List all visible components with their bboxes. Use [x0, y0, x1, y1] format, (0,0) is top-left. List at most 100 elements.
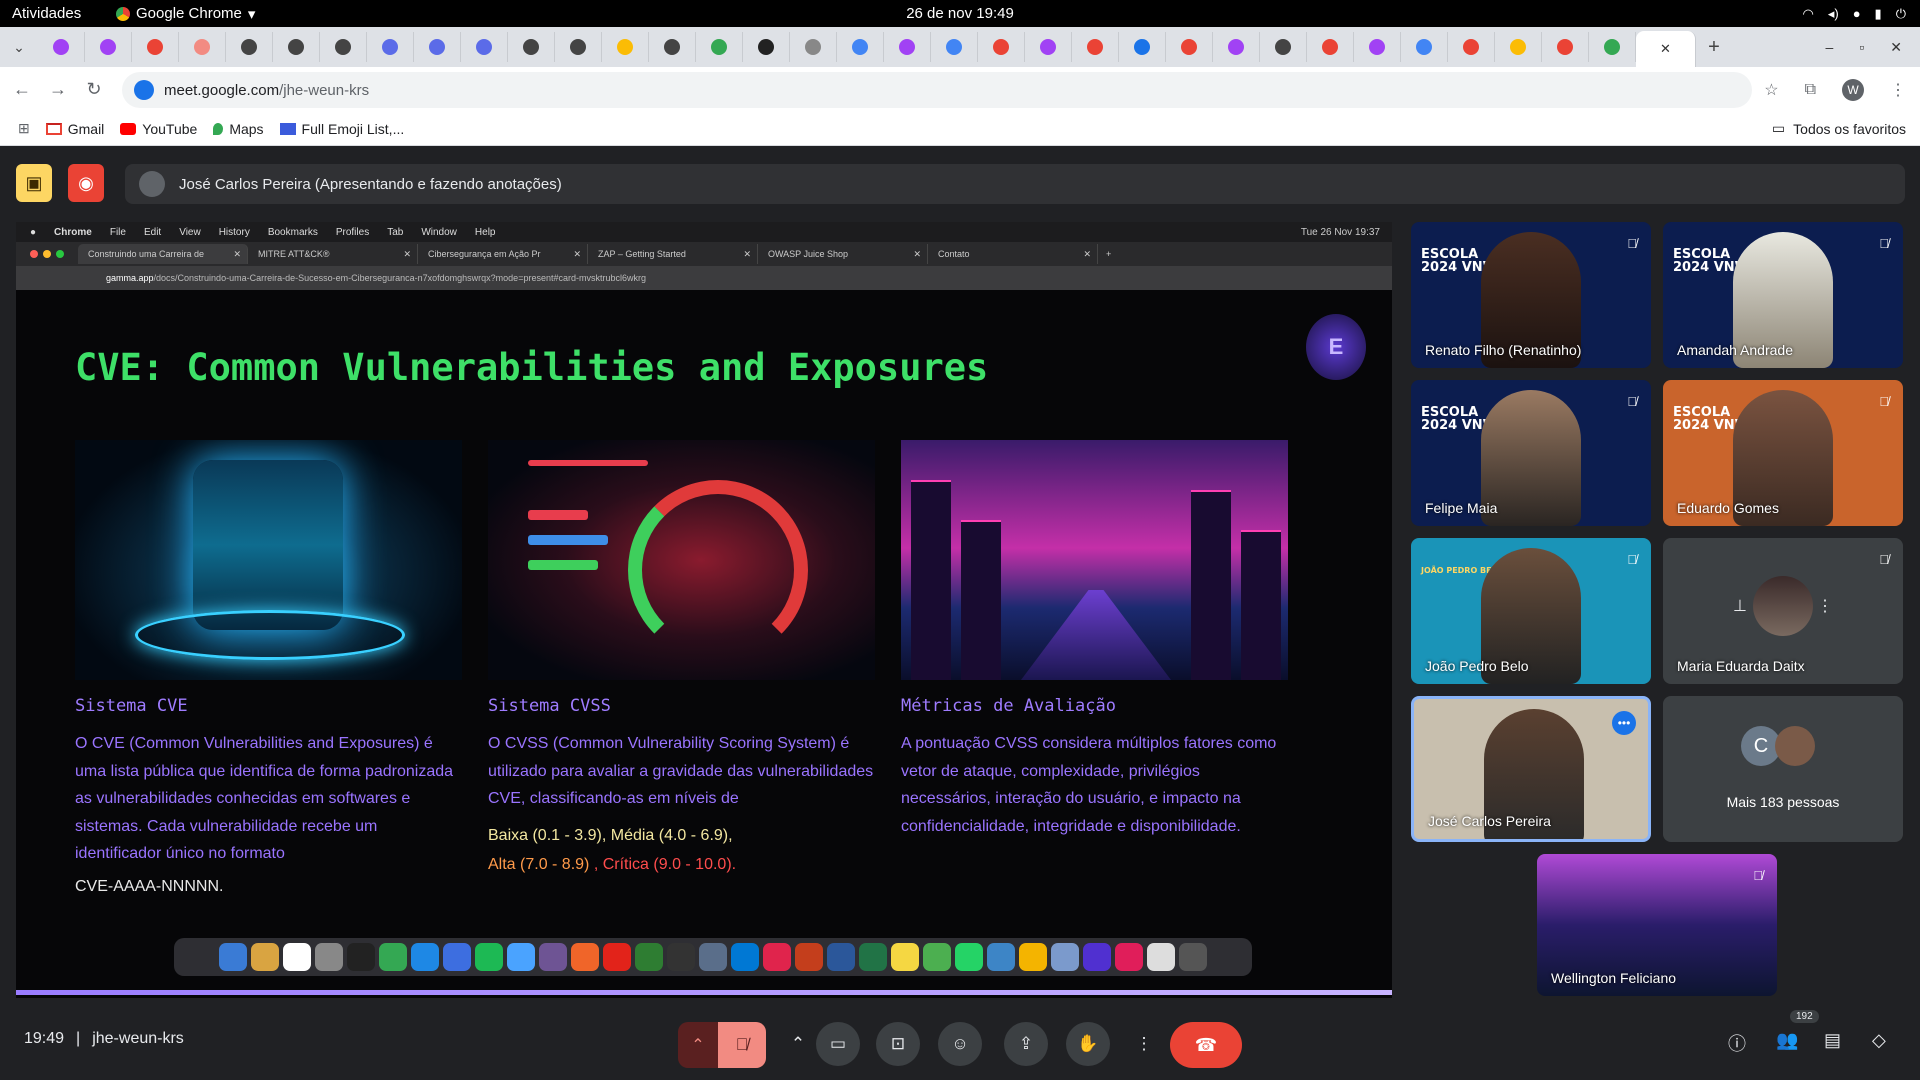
tile-hover-actions: ⊥ ⋮: [1663, 596, 1903, 616]
apps-grid-icon[interactable]: ⊞: [18, 120, 30, 137]
pinned-tab[interactable]: [38, 32, 85, 62]
mac-dock: [174, 938, 1252, 976]
recording-button[interactable]: ◉: [68, 164, 104, 202]
pinned-tab[interactable]: [461, 32, 508, 62]
pinned-tab[interactable]: [85, 32, 132, 62]
stop-presenting-button[interactable]: ▣: [16, 164, 52, 202]
system-tray[interactable]: ◠ ◂) ● ▮ ⏻: [1802, 6, 1906, 22]
mac-menu-item: File: [109, 226, 126, 238]
pinned-tab[interactable]: [1589, 32, 1636, 62]
captions-button[interactable]: ⊡: [876, 1022, 920, 1066]
system-clock[interactable]: 26 de nov 19:49: [0, 5, 1920, 22]
participant-tile[interactable]: JOÃO PEDRO BELO 🎙̸ João Pedro Belo: [1411, 538, 1651, 684]
people-icon[interactable]: 👥: [1776, 1030, 1798, 1051]
forward-button[interactable]: →: [40, 79, 76, 100]
pinned-tab[interactable]: [978, 32, 1025, 62]
close-icon[interactable]: ✕: [1660, 41, 1671, 57]
pinned-tab[interactable]: [1401, 32, 1448, 62]
present-button[interactable]: ⇪: [1004, 1022, 1048, 1066]
more-options-icon[interactable]: •••: [1612, 711, 1636, 735]
reload-button[interactable]: ↻: [76, 79, 112, 100]
bookmark-maps[interactable]: Maps: [213, 121, 264, 137]
close-window-button[interactable]: ✕: [1890, 39, 1902, 56]
participant-name: Maria Eduarda Daitx: [1677, 658, 1805, 674]
pinned-tab[interactable]: [1119, 32, 1166, 62]
pinned-tab[interactable]: [132, 32, 179, 62]
pinned-tab[interactable]: [1025, 32, 1072, 62]
camera-toggle-button[interactable]: ▭: [816, 1022, 860, 1066]
pinned-tab[interactable]: [226, 32, 273, 62]
pinned-tab[interactable]: [508, 32, 555, 62]
column-body: O CVE (Common Vulnerabilities and Exposu…: [75, 735, 454, 862]
pinned-tab[interactable]: [1448, 32, 1495, 62]
chat-icon[interactable]: ▤: [1824, 1030, 1841, 1051]
inner-tab-label: OWASP Juice Shop: [768, 249, 849, 259]
pinned-tab[interactable]: [320, 32, 367, 62]
pinned-tab[interactable]: [179, 32, 226, 62]
profile-avatar[interactable]: W: [1842, 78, 1864, 101]
reactions-button[interactable]: ☺: [938, 1022, 982, 1066]
bookmark-star-icon[interactable]: ☆: [1764, 80, 1778, 100]
participant-tile[interactable]: ESCOLA 2024 VNW 🎙̸ Felipe Maia: [1411, 380, 1651, 526]
self-view-tile[interactable]: 🎙̸ Wellington Feliciano: [1537, 854, 1777, 996]
dock-app-icon: [475, 943, 503, 971]
app-menu[interactable]: Google Chrome ▾: [116, 5, 255, 23]
pinned-tab[interactable]: [931, 32, 978, 62]
more-participants-tile[interactable]: C Mais 183 pessoas: [1663, 696, 1903, 842]
raise-hand-button[interactable]: ✋: [1066, 1022, 1110, 1066]
inner-tab: OWASP Juice Shop ✕: [758, 244, 928, 264]
address-bar[interactable]: meet.google.com /jhe-weun-krs: [122, 72, 1752, 108]
pinned-tab[interactable]: [273, 32, 320, 62]
mic-toggle-button[interactable]: 🎙̸: [718, 1022, 766, 1068]
pinned-tab[interactable]: [837, 32, 884, 62]
pinned-tab[interactable]: [1213, 32, 1260, 62]
info-icon[interactable]: ⓘ: [1728, 1030, 1746, 1056]
favicon-icon: [570, 39, 586, 55]
pinned-tab[interactable]: [367, 32, 414, 62]
extensions-icon[interactable]: ⧉: [1805, 81, 1816, 99]
pinned-tab[interactable]: [602, 32, 649, 62]
tab-meet-active[interactable]: ✕: [1636, 31, 1696, 67]
camera-options-button[interactable]: ⌃: [776, 1022, 820, 1066]
participant-tile-active-speaker[interactable]: ••• José Carlos Pereira: [1411, 696, 1651, 842]
minimize-button[interactable]: –: [1826, 39, 1834, 55]
site-info-icon[interactable]: [134, 80, 154, 100]
participant-tile[interactable]: ESCOLA 2024 VNW 🎙̸ Amandah Andrade: [1663, 222, 1903, 368]
activities-icon[interactable]: ◇: [1872, 1030, 1886, 1051]
pinned-tab[interactable]: [1072, 32, 1119, 62]
pinned-tab[interactable]: [1354, 32, 1401, 62]
leave-call-button[interactable]: ☎: [1170, 1022, 1242, 1068]
pinned-tab[interactable]: [555, 32, 602, 62]
pinned-tab[interactable]: [1166, 32, 1213, 62]
pin-icon[interactable]: ⊥: [1733, 596, 1747, 616]
bookmark-emoji[interactable]: Full Emoji List,...: [279, 121, 404, 137]
favicon-icon: [1557, 39, 1573, 55]
pinned-tab[interactable]: [1260, 32, 1307, 62]
mic-options-button[interactable]: ⌃: [678, 1022, 718, 1068]
activities-button[interactable]: Atividades: [12, 5, 81, 22]
pinned-tab[interactable]: [649, 32, 696, 62]
back-button[interactable]: ←: [4, 79, 40, 100]
bookmark-youtube[interactable]: YouTube: [120, 121, 197, 137]
participant-tile[interactable]: ESCOLA 2024 VNW 🎙̸ Renato Filho (Renatinh…: [1411, 222, 1651, 368]
more-options-icon[interactable]: ⋮: [1817, 596, 1833, 616]
favicon-icon: [1134, 39, 1150, 55]
pinned-tab[interactable]: [414, 32, 461, 62]
menu-kebab-icon[interactable]: ⋮: [1890, 80, 1906, 100]
pinned-tab[interactable]: [790, 32, 837, 62]
muted-mic-icon: 🎙̸: [1879, 394, 1889, 409]
more-options-button[interactable]: ⋮: [1122, 1022, 1166, 1066]
pinned-tab[interactable]: [1542, 32, 1589, 62]
pinned-tab[interactable]: [696, 32, 743, 62]
pinned-tab[interactable]: [884, 32, 931, 62]
tab-search-button[interactable]: ⌄: [0, 39, 38, 56]
all-bookmarks-button[interactable]: ▭ Todos os favoritos: [1772, 120, 1906, 137]
maximize-button[interactable]: ▫: [1859, 39, 1864, 55]
new-tab-button[interactable]: +: [1696, 36, 1732, 59]
bookmark-gmail[interactable]: Gmail: [45, 121, 104, 137]
pinned-tab[interactable]: [1307, 32, 1354, 62]
pinned-tab[interactable]: [1495, 32, 1542, 62]
pinned-tab[interactable]: [743, 32, 790, 62]
participant-tile[interactable]: ⊥ ⋮ 🎙̸ Maria Eduarda Daitx: [1663, 538, 1903, 684]
participant-tile[interactable]: ESCOLA 2024 VNW 🎙̸ Eduardo Gomes: [1663, 380, 1903, 526]
